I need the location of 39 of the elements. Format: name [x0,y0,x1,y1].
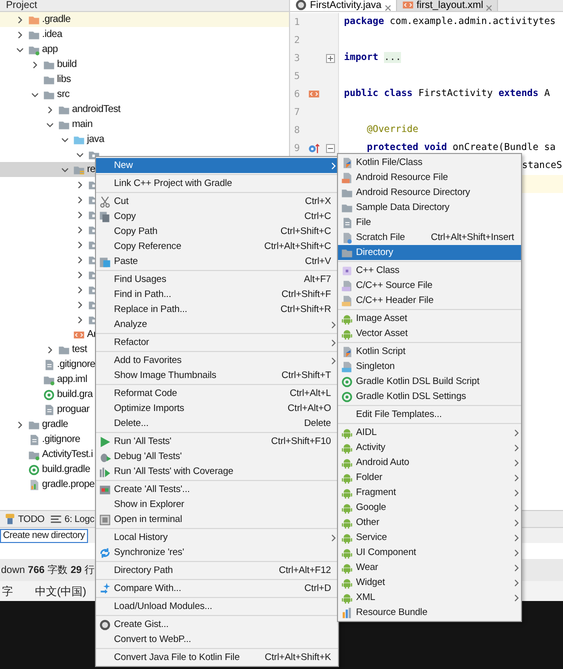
shortcut-text: Alt+F7 [302,274,332,285]
code-line: import ... [344,51,402,65]
language-text: 字 [2,584,13,598]
shortcut-text: Ctrl+Alt+Shift+Insert [430,232,515,243]
line-number: 1 [293,16,301,28]
shortcut-text: Ctrl+Shift+R [279,304,332,315]
shortcut-text: Ctrl+C [303,211,332,222]
code-line: @Override [366,123,418,137]
shortcut-text: Delete [303,418,332,429]
shortcut-text: Ctrl+Alt+O [286,403,332,414]
stat-value: 29 [70,564,82,576]
shortcut-text: Ctrl+X [304,196,332,207]
shortcut-text: Ctrl+Shift+F10 [270,436,332,447]
line-number: 7 [293,106,301,118]
line-number: 8 [293,124,301,136]
stat-value: 766 [28,564,45,576]
line-number: 2 [293,34,301,46]
shortcut-text: Ctrl+Shift+T [280,370,332,381]
line-number: 6 [293,88,301,100]
line-number: 5 [293,70,301,82]
stat-label: 行 [84,564,95,577]
language-text: 中文(中国) [35,584,86,598]
line-number: 3 [293,52,301,64]
code-line: public class FirstActivity extends A [344,87,550,101]
shortcut-text: Ctrl+Alt+Shift+C [263,241,332,252]
shortcut-text: Ctrl+Shift+C [279,226,332,237]
code-line: protected void onCreate(Bundle sa [366,141,556,155]
shortcut-text: Ctrl+V [304,256,332,267]
line-number: 9 [293,142,301,154]
stat-label: 字数 [48,564,68,577]
shortcut-text: Ctrl+D [303,583,332,594]
shortcut-text: Ctrl+Alt+L [288,388,332,399]
code-line: package com.example.admin.activitytes [344,15,556,29]
shortcut-text: Ctrl+Shift+F [280,289,332,300]
stat-label: down [1,564,25,576]
status-text: Create new directory [0,528,88,542]
shortcut-text: Ctrl+Alt+Shift+K [264,652,332,663]
shortcut-text: Ctrl+Alt+F12 [278,565,332,576]
code-line: stanceS [522,159,562,173]
